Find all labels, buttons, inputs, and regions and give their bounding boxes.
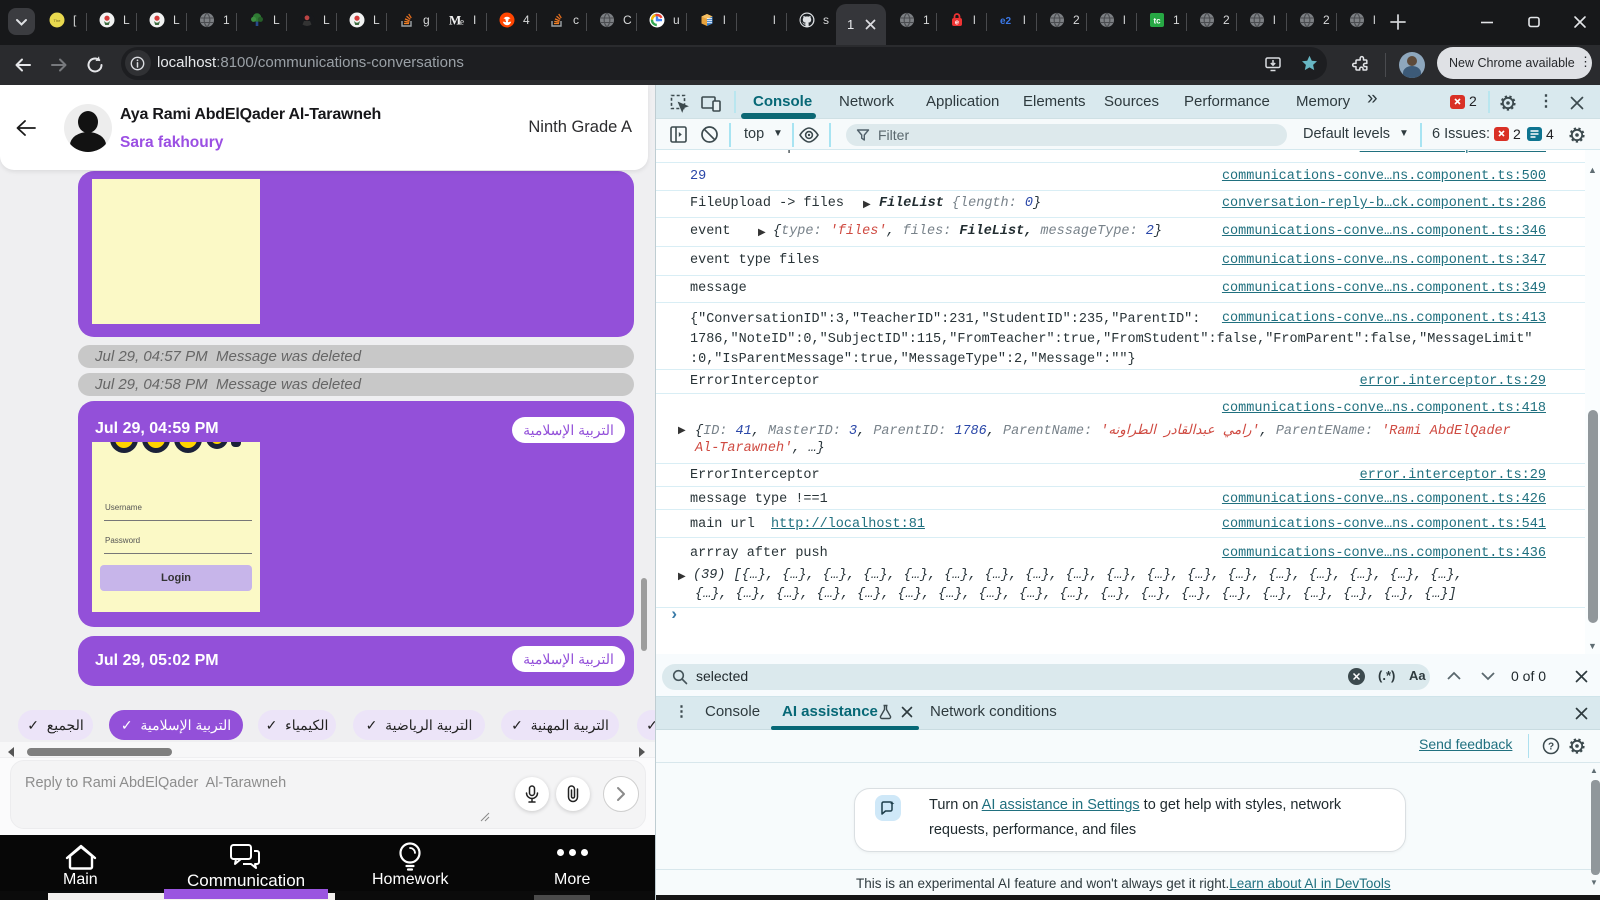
svg-text:☰: ☰	[707, 18, 713, 25]
svg-text:e: e	[460, 17, 464, 27]
svg-text:e: e	[955, 18, 959, 27]
svg-text:?: ?	[1548, 742, 1554, 753]
svg-text:tc: tc	[1153, 17, 1161, 26]
svg-text:The: The	[54, 18, 62, 23]
svg-text:e2: e2	[1000, 16, 1012, 27]
